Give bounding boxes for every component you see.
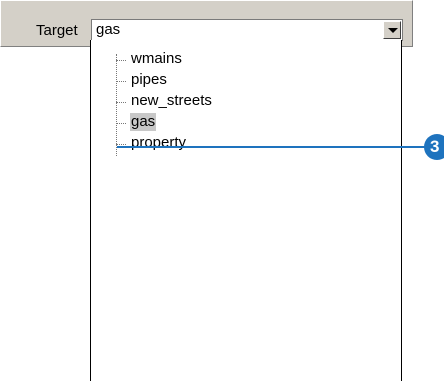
target-dropdown-list[interactable]: wmains pipes new_streets gas property <box>90 40 402 381</box>
tree-branch <box>116 102 126 103</box>
list-item-new-streets[interactable]: new_streets <box>116 92 376 112</box>
list-item-label: new_streets <box>131 92 212 109</box>
target-combobox[interactable]: gas <box>91 19 403 41</box>
tree-branch <box>116 123 126 124</box>
list-item-label: pipes <box>131 71 167 88</box>
list-item-pipes[interactable]: pipes <box>116 71 376 91</box>
chevron-down-icon <box>388 28 398 33</box>
list-item-wmains[interactable]: wmains <box>116 50 376 70</box>
list-item-label: wmains <box>131 50 182 67</box>
list-item-property[interactable]: property <box>116 134 376 154</box>
tree-branch <box>116 81 126 82</box>
callout-badge: 3 <box>424 134 444 160</box>
callout-line <box>117 146 437 148</box>
target-combobox-value: gas <box>96 21 121 38</box>
tree-branch <box>116 60 126 61</box>
target-label: Target <box>36 22 78 39</box>
list-item-label: gas <box>130 113 157 131</box>
tree-branch <box>116 144 126 145</box>
dropdown-button[interactable] <box>383 21 401 39</box>
list-item-gas[interactable]: gas <box>116 113 376 133</box>
list-item-label: property <box>131 134 187 151</box>
